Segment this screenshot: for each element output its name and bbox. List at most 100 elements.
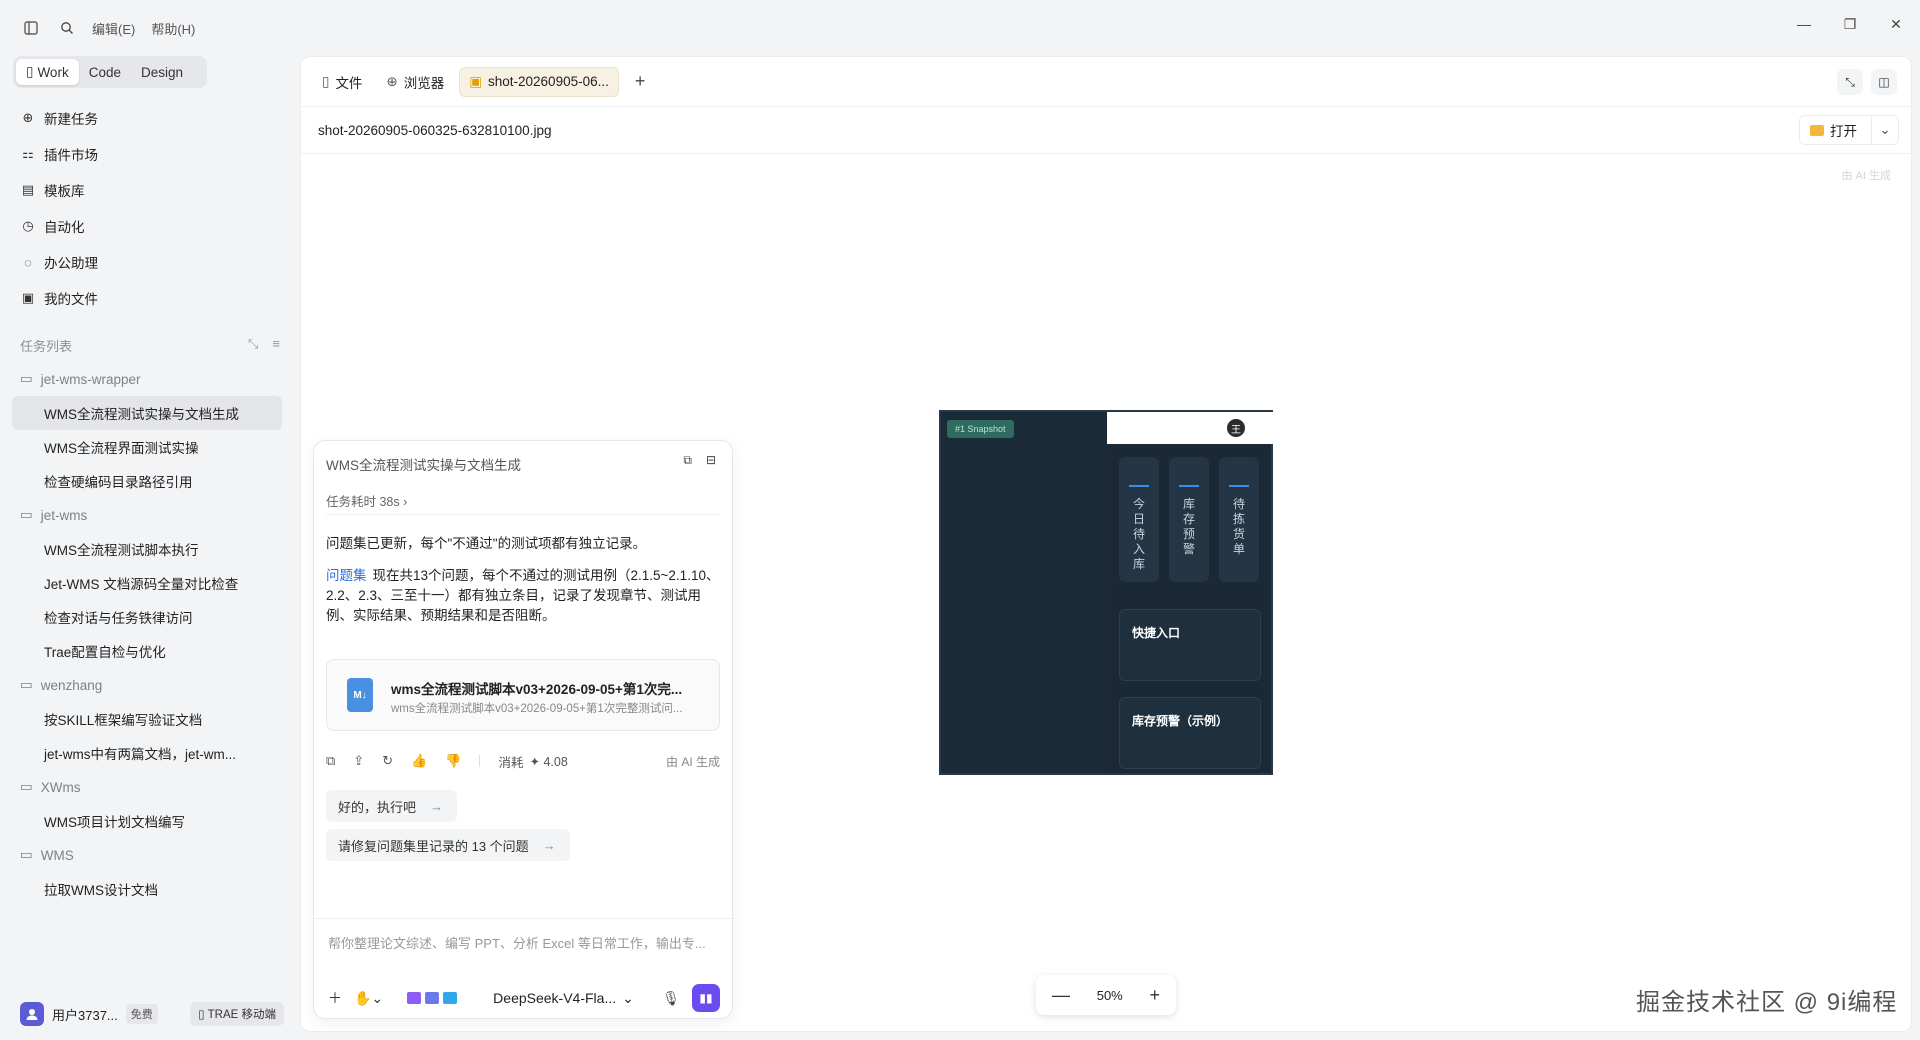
clock-icon: ◷ [22,218,34,233]
task-item[interactable]: WMS全流程测试脚本执行 [12,532,282,566]
mode-design-button[interactable]: Design [131,59,193,85]
nav-automation[interactable]: ◷ 自动化 [12,208,282,244]
sparkle-icon: ✦ [529,754,544,769]
preview-stat-card: 库存预警 [1169,457,1209,582]
folder-icon: ▭ [20,507,33,522]
message-actions: ⧉ ⇪ ↻ 👍 👎 消耗 ✦ 4.08 由 AI 生成 [326,751,720,771]
input-toolbar: ＋ ✋⌄ DeepSeek-V4-Fla... ⌄ 🎙 ▮▮ [328,984,720,1012]
panel-tools: ⤡ ◫ [1837,69,1897,95]
task-item[interactable]: WMS项目计划文档编写 [12,804,282,838]
files-icon: ▣ [21,290,35,305]
chat-icon: ◌ [24,254,32,270]
file-bar: shot-20260905-060325-632810100.jpg 打开 ⌄ [301,107,1911,154]
menu-help[interactable]: 帮助(H) [151,19,195,38]
split-view-icon[interactable]: ◫ [1871,69,1897,95]
minimize-panel-icon[interactable]: ⊟ [706,453,716,468]
sidebar-toggle-icon[interactable] [20,17,42,39]
task-group[interactable]: ▭ WMS [12,838,282,872]
add-tab-button[interactable]: + [625,71,656,92]
task-group[interactable]: ▭ jet-wms [12,498,282,532]
collapse-panel-icon[interactable]: ⤡ [1837,69,1863,95]
task-item[interactable]: 检查硬编码目录路径引用 [12,464,282,498]
tab-files[interactable]: ▯ 文件 [313,67,371,97]
add-attachment-icon[interactable]: ＋ [328,988,342,1008]
issues-link[interactable]: 问题集 [326,568,367,583]
divider [326,514,720,515]
username[interactable]: 用户3737... [52,1005,118,1024]
mode-switch: ▯ Work Code Design [13,56,207,88]
preview-sidebar [941,412,1107,773]
markdown-file-icon: M↓ [347,678,373,712]
task-group[interactable]: ▭ XWms [12,770,282,804]
plugin-icon: ⚏ [22,146,34,161]
task-group[interactable]: ▭ jet-wms-wrapper [12,362,282,396]
tab-image[interactable]: ▣ shot-20260905-06... [459,66,619,97]
tab-browser[interactable]: ⊕ 浏览器 [377,67,453,97]
thumbs-down-icon[interactable]: 👎 [445,753,461,769]
thumbs-up-icon[interactable]: 👍 [411,753,427,769]
menu-edit[interactable]: 编辑(E) [92,19,135,38]
collapse-icon[interactable]: ⤡ [248,336,258,355]
task-list: ▭ jet-wms-wrapper WMS全流程测试实操与文档生成 WMS全流程界… [12,362,282,906]
task-item[interactable]: WMS全流程界面测试实操 [12,430,282,464]
chevron-down-icon[interactable]: ⌄ [1872,122,1898,138]
folder-icon: ▭ [20,779,33,794]
folder-icon: ▭ [20,371,33,386]
image-preview: #1 Snapshot 王 今日待入库 库存预警 待拣货单 快捷入口 库存预警（… [939,410,1273,775]
app-icon[interactable] [443,992,458,1004]
nav-office-assistant[interactable]: ◌ 办公助理 [12,244,282,280]
mobile-app-button[interactable]: ▯ TRAE 移动端 [190,1002,284,1026]
suggestion-button[interactable]: 请修复问题集里记录的 13 个问题 → [326,829,570,861]
task-group[interactable]: ▭ wenzhang [12,668,282,702]
avatar[interactable] [20,1002,44,1026]
zoom-out-button[interactable]: — [1052,985,1070,1006]
nav-new-task[interactable]: ⊕ 新建任务 [12,100,282,136]
chat-input[interactable] [328,936,718,951]
task-item[interactable]: WMS全流程测试实操与文档生成 [12,396,282,430]
task-item[interactable]: jet-wms中有两篇文档，jet-wm... [12,736,282,770]
image-gen-icon[interactable] [425,992,440,1004]
file-card[interactable]: M↓ wms全流程测试脚本v03+2026-09-05+第1次完... wms全… [326,659,720,731]
nav-my-files[interactable]: ▣ 我的文件 [12,280,282,316]
zoom-level: 50% [1096,987,1123,1003]
task-item[interactable]: Trae配置自检与优化 [12,634,282,668]
copy-icon[interactable]: ⧉ [326,753,335,769]
tool-icons [407,992,458,1004]
phone-icon: ▯ [198,1009,208,1021]
close-icon[interactable]: ✕ [1886,14,1906,34]
elapsed-time[interactable]: 任务耗时 38s › [326,491,407,510]
mode-code-button[interactable]: Code [79,59,131,85]
model-select[interactable]: DeepSeek-V4-Fla... ⌄ [493,990,634,1007]
task-item[interactable]: 按SKILL框架编写验证文档 [12,702,282,736]
tab-bar: ▯ 文件 ⊕ 浏览器 ▣ shot-20260905-06... + [301,57,1911,107]
restore-icon[interactable]: ❐ [1840,14,1860,34]
nav-plugin-market[interactable]: ⚏ 插件市场 [12,136,282,172]
refresh-icon[interactable]: ↻ [382,753,393,769]
globe-icon: ⊕ [386,73,398,89]
voice-send-button[interactable]: ▮▮ [692,984,720,1012]
filter-icon[interactable]: ≡ [272,336,280,355]
file-card-subtitle: wms全流程测试脚本v03+2026-09-05+第1次完整测试问... [391,703,683,715]
copy-window-icon[interactable]: ⧉ [683,453,692,468]
plus-circle-icon: ⊕ [22,110,34,125]
minimize-icon[interactable]: — [1794,14,1814,34]
zoom-in-button[interactable]: + [1149,985,1160,1006]
search-icon[interactable] [56,17,78,39]
hand-icon[interactable]: ✋⌄ [354,990,383,1007]
arrow-right-icon: → [430,798,444,814]
book-icon: ▯ [26,64,34,79]
video-icon[interactable] [407,992,422,1004]
task-item[interactable]: 检查对话与任务铁律访问 [12,600,282,634]
cost-value: ✦ 4.08 [529,754,568,769]
suggestion-button[interactable]: 好的，执行吧 → [326,790,458,822]
file-card-title: wms全流程测试脚本v03+2026-09-05+第1次完... [391,682,683,697]
nav-templates[interactable]: ▤ 模板库 [12,172,282,208]
microphone-icon[interactable]: 🎙 [662,990,680,1007]
open-button[interactable]: 打开 ⌄ [1799,115,1899,145]
task-item[interactable]: Jet-WMS 文档源码全量对比检查 [12,566,282,600]
sidebar: ▯ Work Code Design ⊕ 新建任务 ⚏ 插件市场 ▤ 模板库 ◷ 自动化… [0,56,300,1040]
preview-header: 王 [1107,412,1273,444]
task-item[interactable]: 拉取WMS设计文档 [12,872,282,906]
mode-work-button[interactable]: ▯ Work [16,59,79,85]
share-icon[interactable]: ⇪ [353,753,364,769]
